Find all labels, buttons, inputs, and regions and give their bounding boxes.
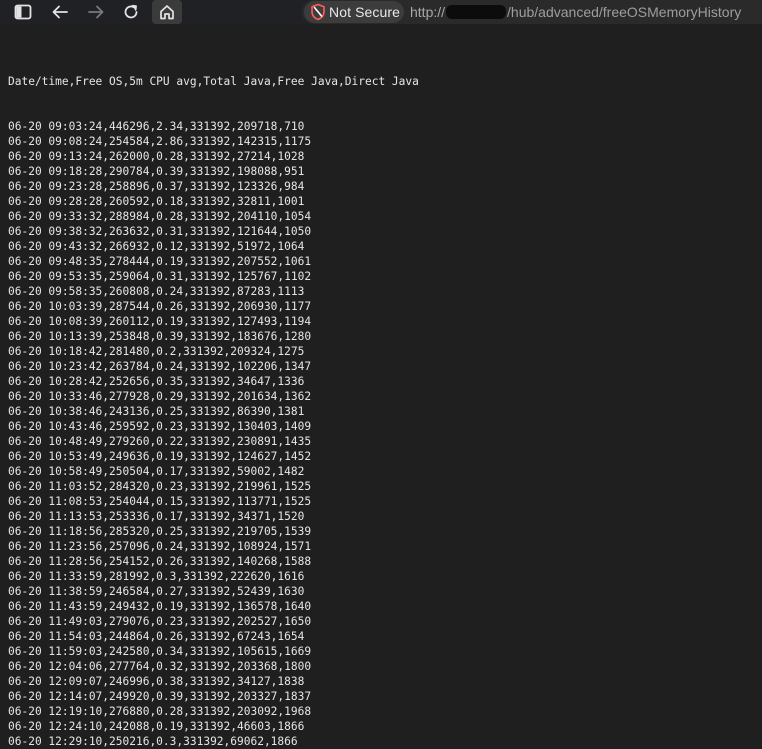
csv-line: 06-20 10:38:46,243136,0.25,331392,86390,… (8, 405, 305, 418)
csv-line: 06-20 10:18:42,281480,0.2,331392,209324,… (8, 345, 305, 358)
csv-line: 06-20 11:18:56,285320,0.25,331392,219705… (8, 525, 312, 538)
csv-line: 06-20 11:08:53,254044,0.15,331392,113771… (8, 495, 312, 508)
csv-line: 06-20 10:58:49,250504,0.17,331392,59002,… (8, 465, 305, 478)
csv-line: 06-20 12:04:06,277764,0.32,331392,203368… (8, 660, 312, 673)
back-arrow-icon[interactable] (46, 0, 74, 24)
csv-line: 06-20 11:03:52,284320,0.23,331392,219961… (8, 480, 312, 493)
csv-line: 06-20 09:28:28,260592,0.18,331392,32811,… (8, 195, 305, 208)
csv-line: 06-20 11:54:03,244864,0.26,331392,67243,… (8, 630, 305, 643)
home-button[interactable] (152, 0, 182, 24)
csv-line: 06-20 11:23:56,257096,0.24,331392,108924… (8, 540, 312, 553)
csv-line: 06-20 09:53:35,259064,0.31,331392,125767… (8, 270, 312, 283)
csv-line: 06-20 12:14:07,249920,0.39,331392,203327… (8, 690, 312, 703)
csv-line: 06-20 12:19:10,276880,0.28,331392,203092… (8, 705, 312, 718)
csv-line: 06-20 09:13:24,262000,0.28,331392,27214,… (8, 150, 305, 163)
security-indicator[interactable]: Not Secure (304, 1, 404, 23)
csv-line: 06-20 09:38:32,263632,0.31,331392,121644… (8, 225, 312, 238)
csv-line: 06-20 10:33:46,277928,0.29,331392,201634… (8, 390, 312, 403)
csv-line: 06-20 11:59:03,242580,0.34,331392,105615… (8, 645, 312, 658)
home-icon (160, 5, 174, 20)
csv-line: 06-20 11:33:59,281992,0.3,331392,222620,… (8, 570, 305, 583)
url-text[interactable]: http:// /hub/advanced/freeOSMemoryHistory (410, 3, 741, 21)
text-document: Date/time,Free OS,5m CPU avg,Total Java,… (8, 44, 762, 748)
redacted-host (446, 5, 507, 19)
csv-line: 06-20 09:48:35,278444,0.19,331392,207552… (8, 255, 312, 268)
csv-line: 06-20 10:08:39,260112,0.19,331392,127493… (8, 315, 312, 328)
csv-line: 06-20 10:43:46,259592,0.23,331392,130403… (8, 420, 312, 433)
sidebar-icon[interactable] (9, 0, 37, 24)
csv-line: 06-20 10:48:49,279260,0.22,331392,230891… (8, 435, 312, 448)
csv-line: 06-20 09:03:24,446296,2.34,331392,209718… (8, 120, 305, 133)
browser-toolbar: Not Secure http:// /hub/advanced/freeOSMe… (0, 0, 762, 24)
csv-line: 06-20 09:58:35,260808,0.24,331392,87283,… (8, 285, 305, 298)
csv-line: 06-20 09:33:32,288984,0.28,331392,204110… (8, 210, 312, 223)
csv-line: 06-20 09:23:28,258896,0.37,331392,123326… (8, 180, 305, 193)
csv-line: 06-20 11:28:56,254152,0.26,331392,140268… (8, 555, 312, 568)
shield-warning-icon (311, 3, 325, 21)
csv-line: 06-20 10:23:42,263784,0.24,331392,102206… (8, 360, 312, 373)
csv-header: Date/time,Free OS,5m CPU avg,Total Java,… (8, 75, 419, 88)
csv-line: 06-20 10:28:42,252656,0.35,331392,34647,… (8, 375, 305, 388)
csv-line: 06-20 10:53:49,249636,0.19,331392,124627… (8, 450, 312, 463)
csv-line: 06-20 11:43:59,249432,0.19,331392,136578… (8, 600, 312, 613)
csv-line: 06-20 09:08:24,254584,2.86,331392,142315… (8, 135, 312, 148)
csv-line: 06-20 11:38:59,246584,0.27,331392,52439,… (8, 585, 305, 598)
csv-line: 06-20 11:13:53,253336,0.17,331392,34371,… (8, 510, 305, 523)
reload-icon[interactable] (117, 0, 145, 24)
csv-line: 06-20 10:03:39,287544,0.26,331392,206930… (8, 300, 312, 313)
security-label: Not Secure (329, 4, 401, 20)
csv-line: 06-20 11:49:03,279076,0.23,331392,202527… (8, 615, 312, 628)
csv-line: 06-20 12:09:07,246996,0.38,331392,34127,… (8, 675, 305, 688)
csv-line: 06-20 12:24:10,242088,0.19,331392,46603,… (8, 720, 305, 733)
csv-lines: 06-20 09:03:24,446296,2.34,331392,209718… (8, 119, 762, 748)
csv-line: 06-20 09:18:28,290784,0.39,331392,198088… (8, 165, 305, 178)
csv-line: 06-20 10:13:39,253848,0.39,331392,183676… (8, 330, 312, 343)
url-prefix: http:// (410, 4, 446, 20)
forward-arrow-icon[interactable] (82, 0, 110, 24)
url-path: /hub/advanced/freeOSMemoryHistory (507, 4, 742, 20)
csv-line: 06-20 09:43:32,266932,0.12,331392,51972,… (8, 240, 305, 253)
csv-line: 06-20 12:29:10,250216,0.3,331392,69062,1… (8, 735, 298, 748)
